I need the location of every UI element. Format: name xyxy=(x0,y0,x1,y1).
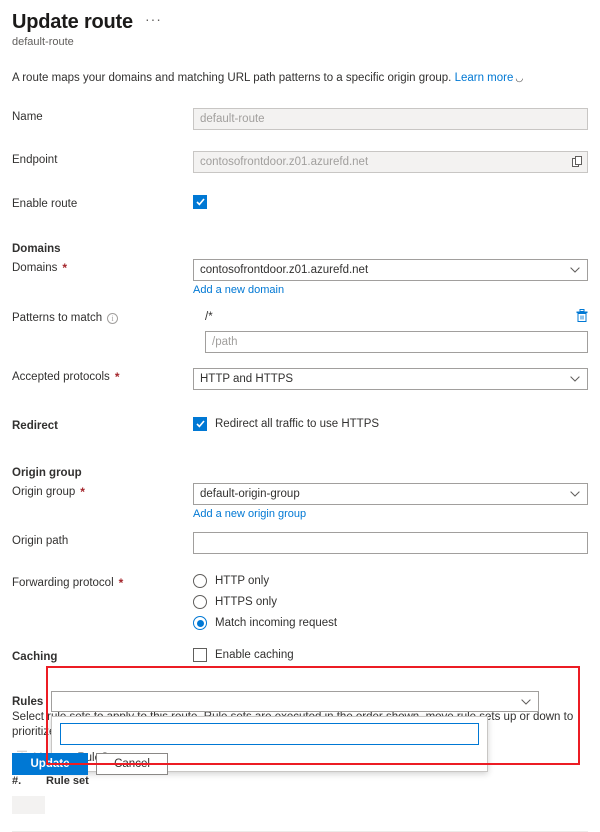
accepted-protocols-label: Accepted protocols * xyxy=(12,370,120,384)
field-caching: Caching Enable caching xyxy=(0,648,600,668)
radio-http-only-label: HTTP only xyxy=(215,575,270,587)
origin-group-section-title: Origin group xyxy=(12,467,82,479)
required-marker: * xyxy=(118,576,124,590)
field-accepted-protocols: Accepted protocols * HTTP and HTTPS xyxy=(0,368,600,390)
intro-text: A route maps your domains and matching U… xyxy=(0,70,600,86)
intro-description: A route maps your domains and matching U… xyxy=(12,72,452,84)
table-row xyxy=(12,791,588,819)
field-endpoint: Endpoint xyxy=(0,151,600,173)
domains-label: Domains * xyxy=(12,261,68,275)
update-button[interactable]: Update xyxy=(12,753,88,775)
field-enable-route: Enable route xyxy=(0,195,600,215)
chevron-down-icon xyxy=(521,696,531,708)
origin-group-label: Origin group * xyxy=(12,485,85,499)
origin-group-value: default-origin-group xyxy=(200,488,300,500)
info-icon[interactable]: i xyxy=(107,312,119,324)
add-new-origin-group-link[interactable]: Add a new origin group xyxy=(193,508,306,520)
overflow-menu-icon[interactable]: ··· xyxy=(145,11,162,33)
radio-match-incoming-request[interactable]: Match incoming request xyxy=(193,616,588,630)
ruleset-search-input[interactable] xyxy=(60,723,479,745)
endpoint-input xyxy=(193,151,588,173)
endpoint-label: Endpoint xyxy=(12,154,58,166)
page-subtitle: default-route xyxy=(12,36,74,48)
required-marker: * xyxy=(62,261,68,275)
field-origin-path: Origin path xyxy=(0,532,600,554)
name-input xyxy=(193,108,588,130)
cancel-button[interactable]: Cancel xyxy=(96,753,168,775)
ruleset-combobox[interactable] xyxy=(51,691,539,712)
redirect-https-label: Redirect all traffic to use HTTPS xyxy=(215,418,380,430)
domains-select-value: contosofrontdoor.z01.azurefd.net xyxy=(200,264,369,276)
enable-route-label: Enable route xyxy=(12,198,78,210)
forwarding-protocol-label: Forwarding protocol * xyxy=(12,576,124,590)
external-link-icon: ◡ xyxy=(515,73,524,83)
chevron-down-icon xyxy=(570,488,580,500)
blade-footer: Update Cancel xyxy=(0,753,600,783)
radio-match-incoming-request-label: Match incoming request xyxy=(215,617,338,629)
field-origin-group: Origin group * default-origin-group Add a… xyxy=(0,483,600,520)
accepted-protocols-value: HTTP and HTTPS xyxy=(200,373,294,385)
radio-match-incoming-request-button[interactable] xyxy=(193,616,207,630)
field-domains: Domains * contosofrontdoor.z01.azurefd.ne… xyxy=(0,259,600,296)
accepted-protocols-select[interactable]: HTTP and HTTPS xyxy=(193,368,588,390)
radio-https-only[interactable]: HTTPS only xyxy=(193,595,588,609)
field-forwarding-protocol: Forwarding protocol * HTTP only HTTPS onl… xyxy=(0,574,600,637)
radio-http-only-button[interactable] xyxy=(193,574,207,588)
required-marker: * xyxy=(80,485,85,499)
chevron-down-icon xyxy=(570,373,580,385)
origin-group-select[interactable]: default-origin-group xyxy=(193,483,588,505)
domains-select[interactable]: contosofrontdoor.z01.azurefd.net xyxy=(193,259,588,281)
pattern-existing-value: /* xyxy=(205,311,213,323)
field-patterns: Patterns to match i /* xyxy=(0,309,600,353)
redirect-label: Redirect xyxy=(12,420,59,432)
patterns-label: Patterns to match i xyxy=(12,309,193,324)
required-marker: * xyxy=(114,370,120,384)
redirect-https-checkbox[interactable] xyxy=(193,417,207,431)
origin-path-label: Origin path xyxy=(12,535,69,547)
delete-pattern-icon[interactable] xyxy=(576,309,588,325)
copy-icon[interactable] xyxy=(567,152,587,172)
row-number-placeholder xyxy=(12,796,45,814)
enable-caching-label: Enable caching xyxy=(215,649,294,661)
radio-https-only-button[interactable] xyxy=(193,595,207,609)
ruleset-select[interactable] xyxy=(51,691,539,712)
page-title: Update route xyxy=(12,11,133,33)
add-new-domain-link[interactable]: Add a new domain xyxy=(193,284,284,296)
enable-route-checkbox[interactable] xyxy=(193,195,207,209)
name-label: Name xyxy=(12,111,43,123)
chevron-down-icon xyxy=(570,264,580,276)
pattern-new-input[interactable] xyxy=(205,331,588,353)
origin-path-input[interactable] xyxy=(193,532,588,554)
field-redirect: Redirect Redirect all traffic to use HTT… xyxy=(0,417,600,437)
learn-more-link[interactable]: Learn more xyxy=(455,72,514,84)
caching-label: Caching xyxy=(12,651,58,663)
radio-https-only-label: HTTPS only xyxy=(215,596,277,608)
blade-header: Update route ··· default-route xyxy=(0,0,600,48)
domains-section-title: Domains xyxy=(12,243,61,255)
field-name: Name xyxy=(0,108,600,130)
enable-caching-checkbox[interactable] xyxy=(193,648,207,662)
radio-http-only[interactable]: HTTP only xyxy=(193,574,588,588)
